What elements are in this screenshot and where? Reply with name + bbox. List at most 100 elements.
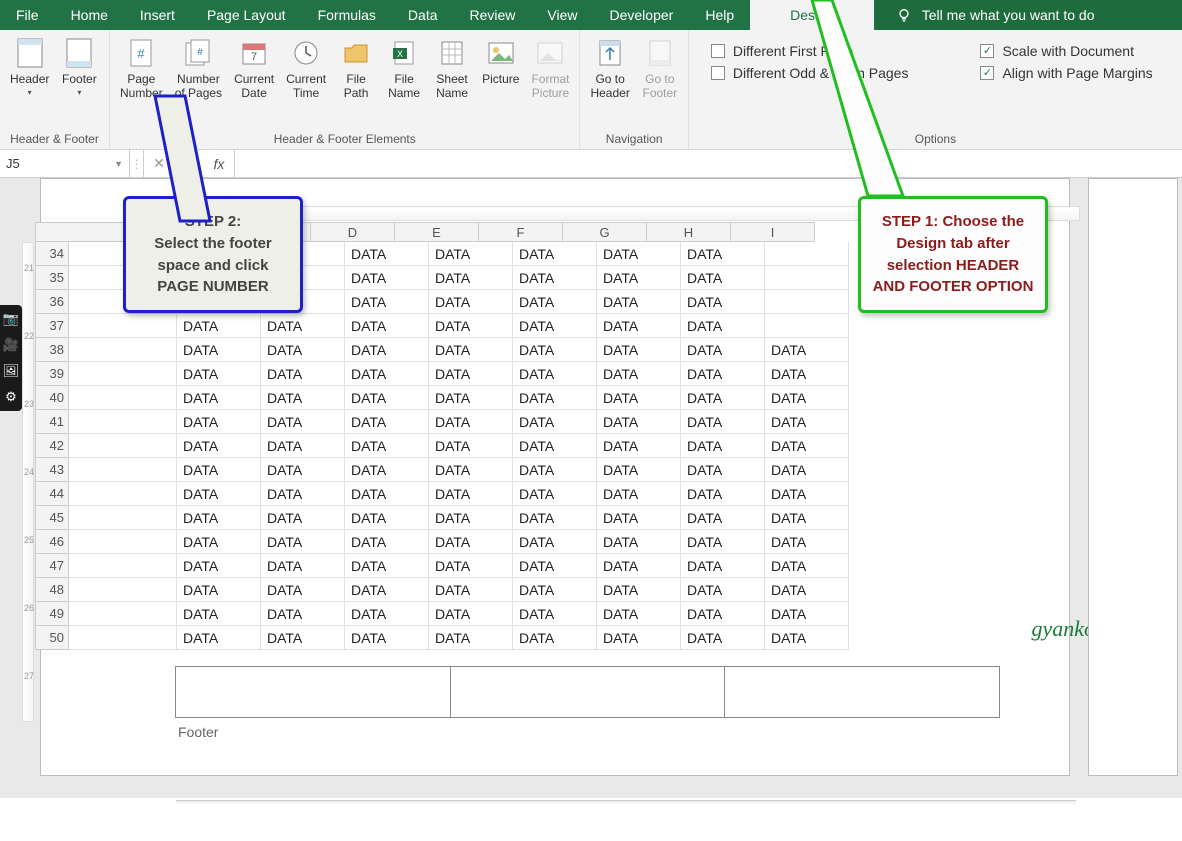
tab-file[interactable]: File (0, 0, 55, 30)
row-header-42[interactable]: 42 (35, 434, 69, 458)
row-header-41[interactable]: 41 (35, 410, 69, 434)
cell[interactable]: DATA (261, 626, 345, 650)
row-header-50[interactable]: 50 (35, 626, 69, 650)
cell[interactable] (765, 314, 849, 338)
tab-formulas[interactable]: Formulas (302, 0, 392, 30)
cell[interactable]: DATA (681, 410, 765, 434)
cell[interactable]: DATA (177, 314, 261, 338)
cell[interactable]: DATA (513, 434, 597, 458)
footer-right[interactable] (725, 666, 1000, 718)
fx-button[interactable]: fx (204, 150, 234, 177)
page-number-button[interactable]: # Page Number (116, 33, 167, 101)
row-header-46[interactable]: 46 (35, 530, 69, 554)
cell[interactable]: DATA (681, 314, 765, 338)
cell[interactable]: DATA (513, 314, 597, 338)
cell[interactable]: DATA (597, 266, 681, 290)
cell[interactable]: DATA (177, 410, 261, 434)
accept-formula-icon[interactable]: ✓ (174, 150, 204, 177)
row-header-34[interactable]: 34 (35, 242, 69, 266)
cell[interactable]: DATA (597, 578, 681, 602)
cell[interactable]: DATA (345, 386, 429, 410)
cell[interactable]: DATA (681, 506, 765, 530)
cell[interactable]: DATA (429, 266, 513, 290)
row-header-47[interactable]: 47 (35, 554, 69, 578)
picture-button[interactable]: Picture (478, 33, 523, 87)
cell[interactable]: DATA (345, 482, 429, 506)
cell[interactable]: DATA (429, 362, 513, 386)
cell[interactable]: DATA (597, 482, 681, 506)
footer-section[interactable] (175, 666, 1000, 718)
check-different-odd-even[interactable]: Different Odd & Even Pages (711, 65, 909, 81)
cell[interactable]: DATA (429, 290, 513, 314)
cell[interactable]: DATA (345, 602, 429, 626)
number-of-pages-button[interactable]: # Number of Pages (171, 33, 226, 101)
cell[interactable]: DATA (429, 626, 513, 650)
cell[interactable]: DATA (345, 626, 429, 650)
cell[interactable]: DATA (261, 362, 345, 386)
cell[interactable]: DATA (597, 362, 681, 386)
cell[interactable]: DATA (261, 338, 345, 362)
cell[interactable]: DATA (177, 458, 261, 482)
cell[interactable]: DATA (345, 458, 429, 482)
tab-review[interactable]: Review (454, 0, 532, 30)
cell[interactable]: DATA (681, 458, 765, 482)
cell[interactable]: DATA (177, 578, 261, 602)
tab-insert[interactable]: Insert (124, 0, 191, 30)
cell[interactable] (765, 290, 849, 314)
cell[interactable]: DATA (177, 506, 261, 530)
cell[interactable]: DATA (597, 530, 681, 554)
cell[interactable]: DATA (261, 434, 345, 458)
name-box[interactable]: J5▼ (0, 150, 130, 177)
current-time-button[interactable]: Current Time (282, 33, 330, 101)
cell[interactable]: DATA (177, 482, 261, 506)
camera-icon[interactable]: 📷 (3, 311, 19, 327)
column-header-e[interactable]: E (395, 222, 479, 242)
cell[interactable]: DATA (429, 482, 513, 506)
current-date-button[interactable]: 7 Current Date (230, 33, 278, 101)
cell[interactable]: DATA (429, 506, 513, 530)
sheet-name-button[interactable]: Sheet Name (430, 33, 474, 101)
cell[interactable]: DATA (513, 578, 597, 602)
cell[interactable]: DATA (513, 482, 597, 506)
cell[interactable]: DATA (429, 602, 513, 626)
check-align-margins[interactable]: Align with Page Margins (980, 65, 1152, 81)
cell[interactable]: DATA (177, 386, 261, 410)
cell[interactable]: DATA (681, 386, 765, 410)
cell[interactable]: DATA (345, 362, 429, 386)
cell[interactable]: DATA (513, 458, 597, 482)
row-header-39[interactable]: 39 (35, 362, 69, 386)
cell[interactable]: DATA (345, 242, 429, 266)
footer-center[interactable] (451, 666, 726, 718)
cell[interactable]: DATA (261, 482, 345, 506)
cell[interactable]: DATA (597, 626, 681, 650)
goto-header-button[interactable]: Go to Header (586, 33, 633, 101)
cell[interactable]: DATA (429, 314, 513, 338)
cell[interactable]: DATA (261, 602, 345, 626)
footer-left[interactable] (175, 666, 451, 718)
cell[interactable]: DATA (765, 458, 849, 482)
cell[interactable]: DATA (513, 338, 597, 362)
cell[interactable]: DATA (681, 602, 765, 626)
column-header-f[interactable]: F (479, 222, 563, 242)
check-scale-document[interactable]: Scale with Document (980, 43, 1152, 59)
cell[interactable]: DATA (429, 338, 513, 362)
cell[interactable]: DATA (765, 410, 849, 434)
cell[interactable]: DATA (177, 626, 261, 650)
row-header-48[interactable]: 48 (35, 578, 69, 602)
image-icon[interactable]: 🖼 (3, 363, 20, 379)
tab-data[interactable]: Data (392, 0, 454, 30)
cell[interactable]: DATA (597, 386, 681, 410)
tell-me-search[interactable]: Tell me what you want to do (876, 0, 1182, 30)
cell[interactable]: DATA (597, 242, 681, 266)
cell[interactable]: DATA (429, 434, 513, 458)
cell[interactable]: DATA (597, 290, 681, 314)
cell[interactable]: DATA (597, 434, 681, 458)
row-header-43[interactable]: 43 (35, 458, 69, 482)
cell[interactable]: DATA (429, 530, 513, 554)
cell[interactable]: DATA (261, 386, 345, 410)
cell[interactable]: DATA (345, 434, 429, 458)
row-header-38[interactable]: 38 (35, 338, 69, 362)
cell[interactable]: DATA (513, 506, 597, 530)
footer-button[interactable]: Footer ▾ (57, 33, 101, 97)
cell[interactable]: DATA (513, 362, 597, 386)
